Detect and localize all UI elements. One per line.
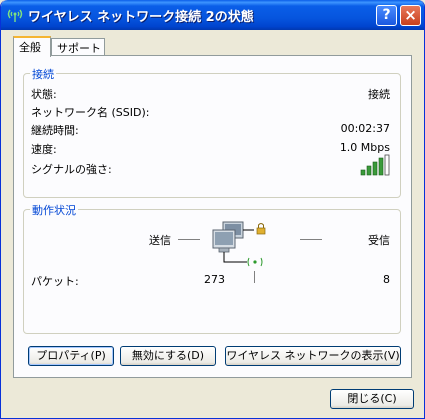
window-title: ワイヤレス ネットワーク接続 2の状態 xyxy=(28,10,254,25)
tab-general[interactable]: 全般 xyxy=(13,36,51,57)
duration-label: 継続時間: xyxy=(31,124,79,137)
duration-value: 00:02:37 xyxy=(340,122,390,135)
speed-label: 速度: xyxy=(31,143,57,156)
view-wireless-networks-button[interactable]: ワイヤレス ネットワークの表示(V) xyxy=(225,346,401,366)
properties-button[interactable]: プロパティ(P) xyxy=(28,346,114,366)
close-button[interactable]: 閉じる(C) xyxy=(330,389,414,409)
wireless-icon xyxy=(7,9,23,22)
disable-button[interactable]: 無効にする(D) xyxy=(120,346,216,366)
activity-group-title: 動作状況 xyxy=(30,202,78,218)
packets-sent-value: 273 xyxy=(204,273,225,286)
packet-divider xyxy=(254,271,255,283)
status-value: 接続 xyxy=(368,88,390,101)
connection-group-title: 接続 xyxy=(30,66,56,82)
close-window-button[interactable]: × xyxy=(400,5,421,26)
sent-label: 送信 xyxy=(149,234,171,247)
sent-line xyxy=(178,239,200,240)
signal-strength-icon xyxy=(360,154,390,176)
status-dialog: ワイヤレス ネットワーク接続 2の状態 ? × 全般 サポート 接続 状態: 接… xyxy=(0,0,425,419)
activity-group: 動作状況 送信 受信 パケット: 273 8 xyxy=(23,202,401,334)
connection-group: 接続 状態: 接続 ネットワーク名 (SSID): 継続時間: 00:02:37… xyxy=(23,66,401,198)
tab-support[interactable]: サポート xyxy=(51,38,105,56)
signal-strength-label: シグナルの強さ: xyxy=(31,163,112,176)
speed-value: 1.0 Mbps xyxy=(339,141,390,154)
title-bar[interactable]: ワイヤレス ネットワーク接続 2の状態 ? × xyxy=(1,0,424,30)
packets-label: パケット: xyxy=(31,275,79,288)
help-button[interactable]: ? xyxy=(376,5,397,26)
tab-panel-general: 接続 状態: 接続 ネットワーク名 (SSID): 継続時間: 00:02:37… xyxy=(13,55,412,378)
packets-received-value: 8 xyxy=(383,273,390,286)
status-label: 状態: xyxy=(31,88,57,101)
received-line xyxy=(300,239,322,240)
network-activity-icon xyxy=(212,221,266,267)
received-label: 受信 xyxy=(368,234,390,247)
ssid-label: ネットワーク名 (SSID): xyxy=(31,106,150,119)
